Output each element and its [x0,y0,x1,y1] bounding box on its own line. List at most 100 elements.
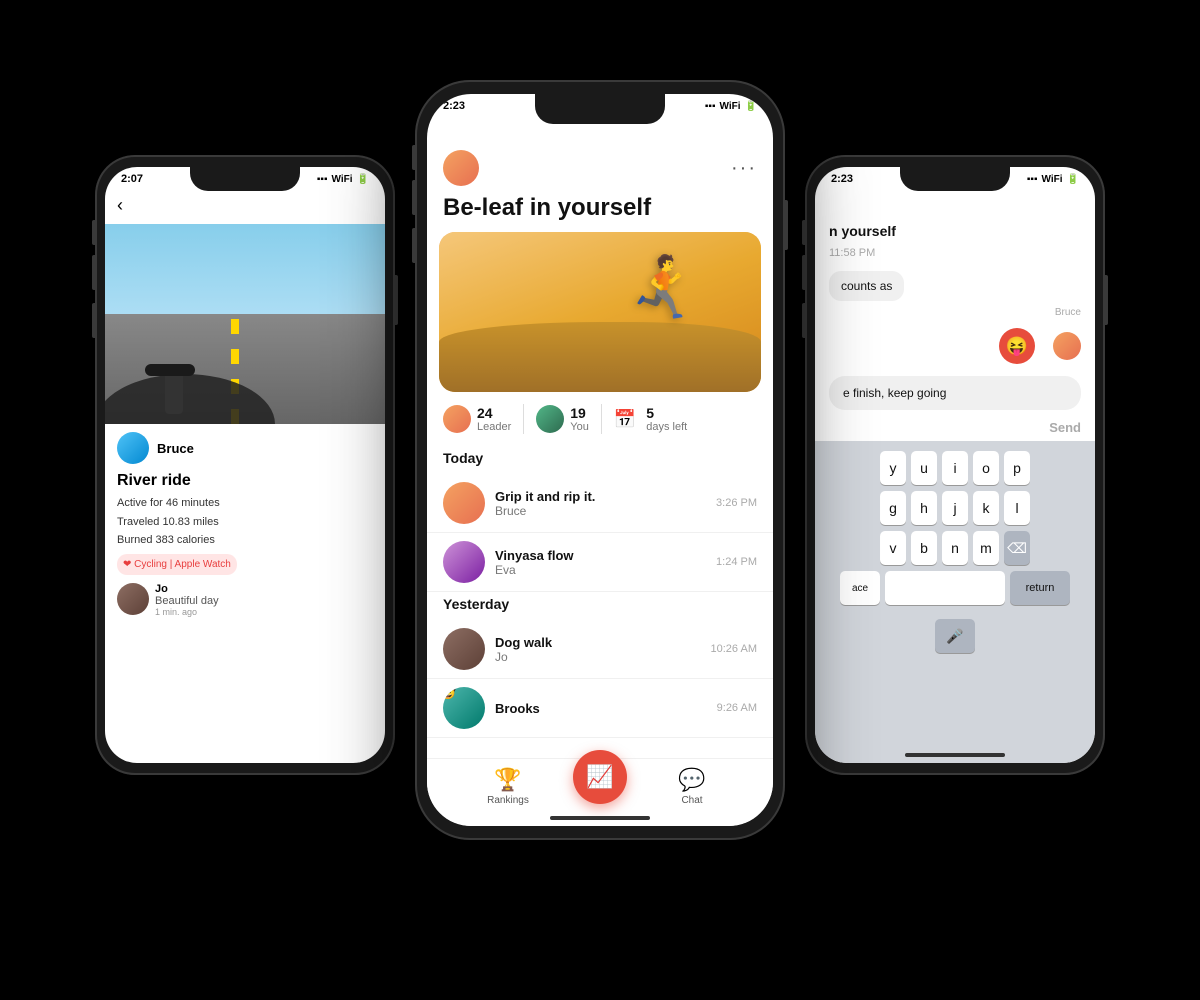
battery-right: 🔋 [1067,174,1079,185]
key-y[interactable]: y [880,451,906,485]
leader-count: 24 [477,405,511,421]
volume-up-button [92,255,95,290]
leader-avatar [443,405,471,433]
days-stat-text: 5 days left [646,405,687,433]
comment-row: Jo Beautiful day 1 min. ago [105,575,385,625]
calendar-icon: 📅 [614,409,636,430]
avatar-jo-left [117,583,149,615]
space-key-label[interactable]: ace [840,571,880,605]
right-header: n yourself [815,187,1095,245]
activity-title-left: River ride [105,472,385,494]
status-time-center: 2:23 [443,100,465,112]
scene: 2:07 ▪▪▪ WiFi 🔋 ‹ [0,0,1200,1000]
key-h[interactable]: h [911,491,937,525]
group-avatar-center[interactable] [443,150,479,186]
avatar-bruce-left [117,432,149,464]
list-item[interactable]: Dog walk Jo 10:26 AM [427,620,773,679]
send-button[interactable]: Send [1049,420,1081,435]
volume-down-button [92,303,95,338]
your-count: 19 [570,405,589,421]
keyboard-row-2: g h j k l [815,485,1095,525]
activity-time-1: 1:24 PM [716,556,757,568]
rankings-icon: 🏆 [494,767,521,793]
road-image [105,224,385,424]
power-button [395,275,398,325]
key-b[interactable]: b [911,531,937,565]
backspace-key[interactable]: ⌫ [1004,531,1030,565]
power-button-center [785,200,788,250]
center-screen: 2:23 ▪▪▪ WiFi 🔋 ··· Be-leaf in yourself [427,94,773,826]
key-n[interactable]: n [942,531,968,565]
sky [105,224,385,324]
key-u[interactable]: u [911,451,937,485]
activity-info-2: Dog walk Jo [495,635,701,664]
stat-days: 📅 5 days left [614,405,687,433]
nav-rankings[interactable]: 🏆 Rankings [443,767,573,806]
user-name-left: Bruce [157,441,194,456]
space-key[interactable] [885,571,1005,605]
activity-name-0: Grip it and rip it. [495,489,706,504]
key-j[interactable]: j [942,491,968,525]
sender-avatar-right [1053,332,1081,360]
list-item[interactable]: Vinyasa flow Eva 1:24 PM [427,533,773,592]
stat-burned: Burned 383 calories [117,531,373,550]
return-key[interactable]: return [1010,571,1070,605]
activity-stats: Active for 46 minutes Traveled 10.83 mil… [105,494,385,575]
phone-center: 2:23 ▪▪▪ WiFi 🔋 ··· Be-leaf in yourself [415,80,785,840]
group-title: Be-leaf in yourself [427,194,773,232]
activity-avatar-0 [443,482,485,524]
key-o[interactable]: o [973,451,999,485]
section-yesterday: Yesterday [427,592,773,620]
keyboard[interactable]: y u i o p g h j k l v b [815,441,1095,763]
list-item[interactable]: Grip it and rip it. Bruce 3:26 PM [427,474,773,533]
right-content: 2:23 ▪▪▪ WiFi 🔋 n yourself 11:58 PM coun… [815,167,1095,763]
nav-chat[interactable]: 💬 Chat [627,767,757,806]
home-indicator-center [550,816,650,820]
activity-time-2: 10:26 AM [711,643,757,655]
stat-leader: 24 Leader [443,405,511,433]
mic-key[interactable]: 🎤 [935,619,975,653]
key-i[interactable]: i [942,451,968,485]
key-m[interactable]: m [973,531,999,565]
leader-stat-text: 24 Leader [477,405,511,433]
message-bubble-long: e finish, keep going [829,376,1081,410]
days-count: 5 [646,405,687,421]
key-g[interactable]: g [880,491,906,525]
key-l[interactable]: l [1004,491,1030,525]
status-icons-right: ▪▪▪ WiFi 🔋 [1027,174,1079,185]
key-p[interactable]: p [1004,451,1030,485]
battery-icon: 🔋 [357,174,369,185]
chat-timestamp: 11:58 PM [815,245,1095,267]
stat-active: Active for 46 minutes [117,494,373,513]
your-label: You [570,421,589,433]
runner-figure: 🏃 [626,252,701,323]
you-avatar [536,405,564,433]
list-item[interactable]: 🤠 Brooks 9:26 AM [427,679,773,738]
battery-center: 🔋 [745,101,757,112]
silent-switch [92,220,95,245]
phone-left: 2:07 ▪▪▪ WiFi 🔋 ‹ [95,155,395,775]
activity-list: Grip it and rip it. Bruce 3:26 PM Vinyas… [427,474,773,758]
key-v[interactable]: v [880,531,906,565]
more-options-button[interactable]: ··· [731,157,757,180]
notch-right [900,167,1010,191]
left-screen: 2:07 ▪▪▪ WiFi 🔋 ‹ [105,167,385,763]
notch-center [535,94,665,124]
volume-down-center [412,228,415,263]
volume-up-center [412,180,415,215]
stat-divider-1 [523,404,524,434]
activity-name-1: Vinyasa flow [495,548,706,563]
hero-image: 🏃 [439,232,761,392]
dune-shape [439,322,761,392]
key-k[interactable]: k [973,491,999,525]
activity-info-3: Brooks [495,701,707,716]
back-button[interactable]: ‹ [117,195,123,216]
section-today: Today [427,446,773,474]
power-button-right [1105,275,1108,325]
stat-divider-2 [601,404,602,434]
sender-name: Bruce [829,307,1081,318]
status-icons-center: ▪▪▪ WiFi 🔋 [705,101,757,112]
activity-info-0: Grip it and rip it. Bruce [495,489,706,518]
stat-you: 19 You [536,405,589,433]
fab-button[interactable]: 📈 [573,750,627,804]
